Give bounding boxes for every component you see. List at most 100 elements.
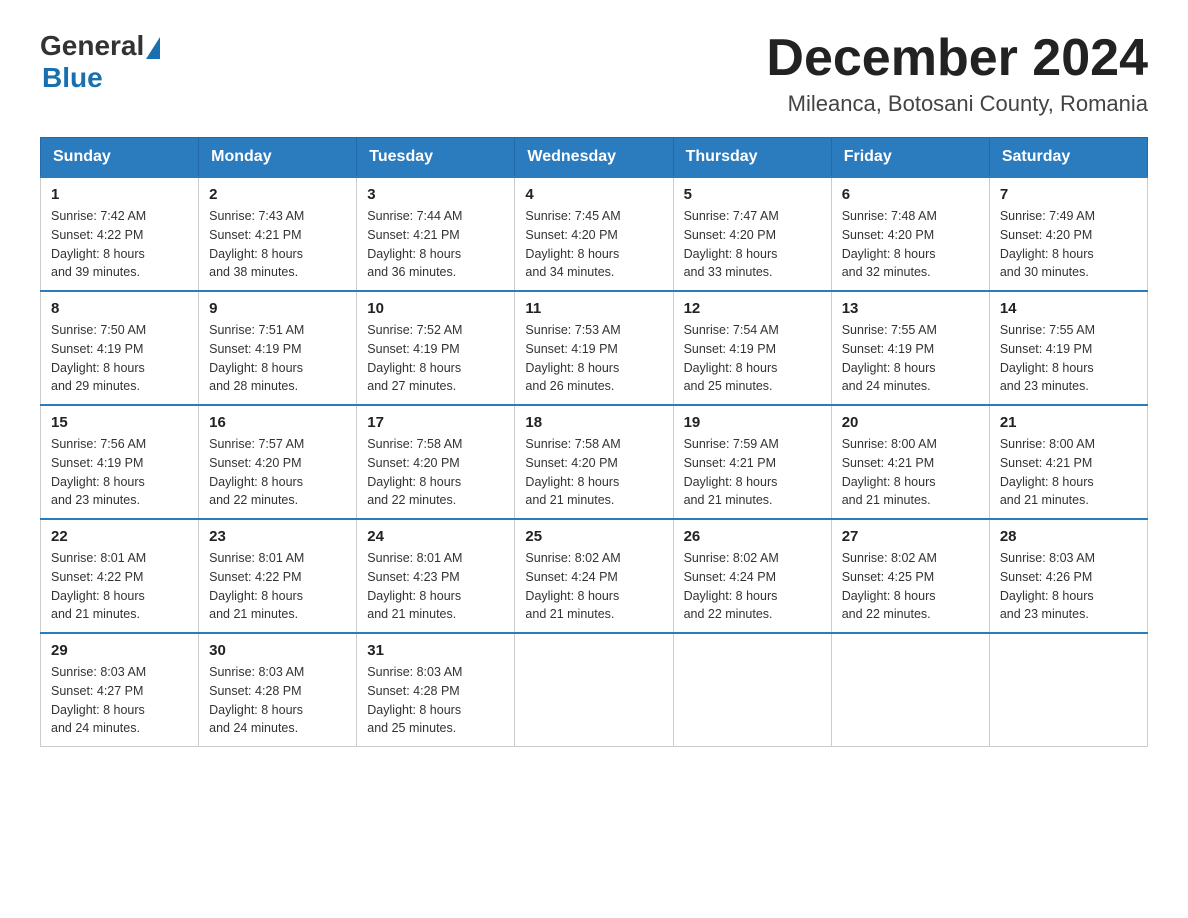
logo-triangle-icon bbox=[146, 37, 160, 59]
logo-general-text: General bbox=[40, 30, 144, 62]
logo: General Blue bbox=[40, 30, 160, 94]
day-info: Sunrise: 8:01 AMSunset: 4:22 PMDaylight:… bbox=[51, 549, 188, 624]
day-number: 26 bbox=[684, 528, 821, 545]
calendar-cell: 19Sunrise: 7:59 AMSunset: 4:21 PMDayligh… bbox=[673, 405, 831, 519]
calendar-cell: 27 Sunrise: 8:02 AMSunset: 4:25 PMDayligh… bbox=[831, 519, 989, 633]
day-info: Sunrise: 8:02 AMSunset: 4:25 PMDaylight:… bbox=[842, 549, 979, 624]
calendar-cell: 16 Sunrise: 7:57 AMSunset: 4:20 PMDayligh… bbox=[199, 405, 357, 519]
day-number: 31 bbox=[367, 642, 504, 659]
day-info: Sunrise: 8:01 AMSunset: 4:23 PMDaylight:… bbox=[367, 549, 504, 624]
calendar-cell: 30 Sunrise: 8:03 AMSunset: 4:28 PMDayligh… bbox=[199, 633, 357, 747]
day-number: 17 bbox=[367, 414, 504, 431]
calendar-cell: 22 Sunrise: 8:01 AMSunset: 4:22 PMDayligh… bbox=[41, 519, 199, 633]
calendar-cell: 1Sunrise: 7:42 AMSunset: 4:22 PMDaylight… bbox=[41, 177, 199, 291]
day-number: 9 bbox=[209, 300, 346, 317]
calendar-cell: 29Sunrise: 8:03 AMSunset: 4:27 PMDayligh… bbox=[41, 633, 199, 747]
day-info: Sunrise: 7:54 AMSunset: 4:19 PMDaylight:… bbox=[684, 321, 821, 396]
calendar-week-row: 8 Sunrise: 7:50 AMSunset: 4:19 PMDaylight… bbox=[41, 291, 1148, 405]
day-number: 5 bbox=[684, 186, 821, 203]
day-info: Sunrise: 7:52 AMSunset: 4:19 PMDaylight:… bbox=[367, 321, 504, 396]
day-number: 18 bbox=[525, 414, 662, 431]
calendar-cell: 14Sunrise: 7:55 AMSunset: 4:19 PMDayligh… bbox=[989, 291, 1147, 405]
calendar-cell: 8 Sunrise: 7:50 AMSunset: 4:19 PMDaylight… bbox=[41, 291, 199, 405]
day-info: Sunrise: 8:03 AMSunset: 4:28 PMDaylight:… bbox=[367, 663, 504, 738]
day-info: Sunrise: 7:58 AMSunset: 4:20 PMDaylight:… bbox=[367, 435, 504, 510]
calendar-cell bbox=[673, 633, 831, 747]
day-info: Sunrise: 8:03 AMSunset: 4:27 PMDaylight:… bbox=[51, 663, 188, 738]
calendar-cell: 24Sunrise: 8:01 AMSunset: 4:23 PMDayligh… bbox=[357, 519, 515, 633]
day-number: 12 bbox=[684, 300, 821, 317]
calendar-header-friday: Friday bbox=[831, 138, 989, 178]
day-number: 3 bbox=[367, 186, 504, 203]
calendar-header-monday: Monday bbox=[199, 138, 357, 178]
day-number: 25 bbox=[525, 528, 662, 545]
day-number: 21 bbox=[1000, 414, 1137, 431]
calendar-cell bbox=[515, 633, 673, 747]
day-number: 28 bbox=[1000, 528, 1137, 545]
day-number: 2 bbox=[209, 186, 346, 203]
calendar-table: SundayMondayTuesdayWednesdayThursdayFrid… bbox=[40, 137, 1148, 747]
calendar-header-thursday: Thursday bbox=[673, 138, 831, 178]
calendar-week-row: 1Sunrise: 7:42 AMSunset: 4:22 PMDaylight… bbox=[41, 177, 1148, 291]
calendar-header-sunday: Sunday bbox=[41, 138, 199, 178]
day-info: Sunrise: 7:42 AMSunset: 4:22 PMDaylight:… bbox=[51, 207, 188, 282]
calendar-cell: 5Sunrise: 7:47 AMSunset: 4:20 PMDaylight… bbox=[673, 177, 831, 291]
calendar-header-saturday: Saturday bbox=[989, 138, 1147, 178]
title-section: December 2024 Mileanca, Botosani County,… bbox=[766, 30, 1148, 117]
calendar-cell: 26 Sunrise: 8:02 AMSunset: 4:24 PMDayligh… bbox=[673, 519, 831, 633]
calendar-header-tuesday: Tuesday bbox=[357, 138, 515, 178]
calendar-week-row: 22 Sunrise: 8:01 AMSunset: 4:22 PMDayligh… bbox=[41, 519, 1148, 633]
day-info: Sunrise: 7:48 AMSunset: 4:20 PMDaylight:… bbox=[842, 207, 979, 282]
day-info: Sunrise: 7:50 AMSunset: 4:19 PMDaylight:… bbox=[51, 321, 188, 396]
calendar-cell: 18Sunrise: 7:58 AMSunset: 4:20 PMDayligh… bbox=[515, 405, 673, 519]
day-info: Sunrise: 7:43 AMSunset: 4:21 PMDaylight:… bbox=[209, 207, 346, 282]
day-number: 8 bbox=[51, 300, 188, 317]
calendar-cell: 12 Sunrise: 7:54 AMSunset: 4:19 PMDayligh… bbox=[673, 291, 831, 405]
calendar-cell: 25 Sunrise: 8:02 AMSunset: 4:24 PMDayligh… bbox=[515, 519, 673, 633]
day-number: 7 bbox=[1000, 186, 1137, 203]
day-info: Sunrise: 7:55 AMSunset: 4:19 PMDaylight:… bbox=[1000, 321, 1137, 396]
day-info: Sunrise: 7:53 AMSunset: 4:19 PMDaylight:… bbox=[525, 321, 662, 396]
calendar-cell: 23Sunrise: 8:01 AMSunset: 4:22 PMDayligh… bbox=[199, 519, 357, 633]
calendar-cell: 20Sunrise: 8:00 AMSunset: 4:21 PMDayligh… bbox=[831, 405, 989, 519]
calendar-cell: 28 Sunrise: 8:03 AMSunset: 4:26 PMDayligh… bbox=[989, 519, 1147, 633]
calendar-cell: 9 Sunrise: 7:51 AMSunset: 4:19 PMDaylight… bbox=[199, 291, 357, 405]
day-info: Sunrise: 8:00 AMSunset: 4:21 PMDaylight:… bbox=[1000, 435, 1137, 510]
calendar-cell: 21 Sunrise: 8:00 AMSunset: 4:21 PMDayligh… bbox=[989, 405, 1147, 519]
calendar-cell: 3Sunrise: 7:44 AMSunset: 4:21 PMDaylight… bbox=[357, 177, 515, 291]
day-info: Sunrise: 7:45 AMSunset: 4:20 PMDaylight:… bbox=[525, 207, 662, 282]
logo-blue-text: Blue bbox=[42, 62, 103, 94]
day-info: Sunrise: 8:02 AMSunset: 4:24 PMDaylight:… bbox=[525, 549, 662, 624]
page-header: General Blue December 2024 Mileanca, Bot… bbox=[40, 30, 1148, 117]
day-number: 13 bbox=[842, 300, 979, 317]
calendar-header-wednesday: Wednesday bbox=[515, 138, 673, 178]
day-number: 27 bbox=[842, 528, 979, 545]
day-number: 16 bbox=[209, 414, 346, 431]
calendar-cell bbox=[831, 633, 989, 747]
day-number: 6 bbox=[842, 186, 979, 203]
calendar-cell: 11Sunrise: 7:53 AMSunset: 4:19 PMDayligh… bbox=[515, 291, 673, 405]
calendar-week-row: 29Sunrise: 8:03 AMSunset: 4:27 PMDayligh… bbox=[41, 633, 1148, 747]
month-year-title: December 2024 bbox=[766, 30, 1148, 87]
calendar-cell: 2 Sunrise: 7:43 AMSunset: 4:21 PMDaylight… bbox=[199, 177, 357, 291]
day-info: Sunrise: 7:59 AMSunset: 4:21 PMDaylight:… bbox=[684, 435, 821, 510]
calendar-cell: 6 Sunrise: 7:48 AMSunset: 4:20 PMDaylight… bbox=[831, 177, 989, 291]
calendar-week-row: 15Sunrise: 7:56 AMSunset: 4:19 PMDayligh… bbox=[41, 405, 1148, 519]
day-info: Sunrise: 8:00 AMSunset: 4:21 PMDaylight:… bbox=[842, 435, 979, 510]
day-info: Sunrise: 8:01 AMSunset: 4:22 PMDaylight:… bbox=[209, 549, 346, 624]
day-number: 22 bbox=[51, 528, 188, 545]
day-info: Sunrise: 7:57 AMSunset: 4:20 PMDaylight:… bbox=[209, 435, 346, 510]
calendar-cell: 15Sunrise: 7:56 AMSunset: 4:19 PMDayligh… bbox=[41, 405, 199, 519]
day-info: Sunrise: 7:56 AMSunset: 4:19 PMDaylight:… bbox=[51, 435, 188, 510]
day-number: 4 bbox=[525, 186, 662, 203]
day-info: Sunrise: 7:51 AMSunset: 4:19 PMDaylight:… bbox=[209, 321, 346, 396]
day-info: Sunrise: 8:03 AMSunset: 4:26 PMDaylight:… bbox=[1000, 549, 1137, 624]
calendar-cell: 13 Sunrise: 7:55 AMSunset: 4:19 PMDayligh… bbox=[831, 291, 989, 405]
day-info: Sunrise: 8:02 AMSunset: 4:24 PMDaylight:… bbox=[684, 549, 821, 624]
calendar-cell: 31 Sunrise: 8:03 AMSunset: 4:28 PMDayligh… bbox=[357, 633, 515, 747]
calendar-cell: 7Sunrise: 7:49 AMSunset: 4:20 PMDaylight… bbox=[989, 177, 1147, 291]
day-number: 10 bbox=[367, 300, 504, 317]
day-info: Sunrise: 8:03 AMSunset: 4:28 PMDaylight:… bbox=[209, 663, 346, 738]
day-info: Sunrise: 7:55 AMSunset: 4:19 PMDaylight:… bbox=[842, 321, 979, 396]
day-number: 30 bbox=[209, 642, 346, 659]
